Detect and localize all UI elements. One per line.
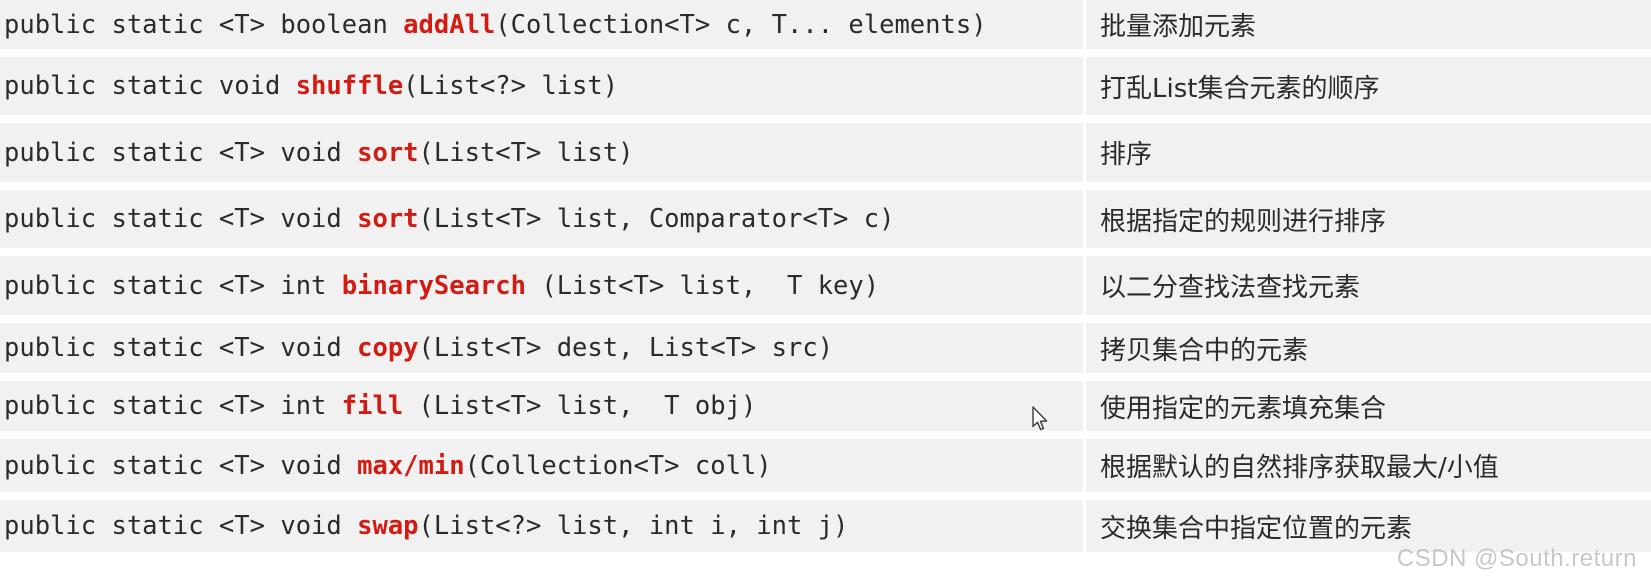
table-row: public static <T> void sort (List<T> list… xyxy=(0,123,1651,190)
table-row: public static <T> void max/min (Collectio… xyxy=(0,439,1651,500)
signature-prefix: public static void xyxy=(4,71,296,101)
method-description-cell: 打乱List集合元素的顺序 xyxy=(1083,57,1651,115)
signature-params: (List<T> list, T key) xyxy=(526,270,880,301)
method-name: addAll xyxy=(403,9,496,40)
signature-prefix: public static <T> void xyxy=(4,450,358,481)
signature-params: (Collection<T> c, T... elements) xyxy=(495,9,987,40)
method-description-cell: 根据默认的自然排序获取最大/小值 xyxy=(1083,439,1651,492)
table-row: public static void shuffle (List<?> list)… xyxy=(0,57,1651,123)
method-name: swap xyxy=(357,511,419,541)
table-row: public static <T> boolean addAll (Collect… xyxy=(0,0,1651,57)
signature-params: (List<?> list) xyxy=(403,71,619,101)
method-signature-cell: public static <T> void swap (List<?> list… xyxy=(0,500,1083,552)
method-description-cell: 根据指定的规则进行排序 xyxy=(1083,190,1651,248)
table-row: public static <T> void sort (List<T> list… xyxy=(0,190,1651,256)
method-name: sort xyxy=(357,204,419,234)
method-signature-cell: public static <T> boolean addAll (Collect… xyxy=(0,0,1083,49)
method-description-cell: 以二分查找法查找元素 xyxy=(1083,256,1651,315)
method-reference-table: public static <T> boolean addAll (Collect… xyxy=(0,0,1651,585)
signature-prefix: public static <T> void xyxy=(4,511,358,541)
method-signature-cell: public static <T> int binarySearch (List… xyxy=(0,256,1083,315)
table-row: public static <T> int fill (List<T> list… xyxy=(0,381,1651,439)
signature-params: (Collection<T> coll) xyxy=(464,450,772,481)
method-description-cell: 交换集合中指定位置的元素 xyxy=(1083,500,1651,552)
method-name: fill xyxy=(341,391,404,421)
table-row: public static <T> int binarySearch (List… xyxy=(0,256,1651,323)
method-name: copy xyxy=(357,333,419,363)
signature-prefix: public static <T> void xyxy=(4,333,358,363)
signature-prefix: public static <T> int xyxy=(4,270,342,301)
method-name: binarySearch xyxy=(341,270,526,301)
method-description-cell: 排序 xyxy=(1083,123,1651,182)
method-name: sort xyxy=(357,137,419,168)
method-description-cell: 批量添加元素 xyxy=(1083,0,1651,49)
method-name: shuffle xyxy=(295,71,404,101)
table-row: public static <T> void copy (List<T> dest… xyxy=(0,323,1651,381)
method-description-cell: 拷贝集合中的元素 xyxy=(1083,323,1651,373)
signature-params: (List<T> dest, List<T> src) xyxy=(418,333,834,363)
signature-params: (List<T> list, T obj) xyxy=(403,391,757,421)
method-signature-cell: public static <T> void sort (List<T> list… xyxy=(0,123,1083,182)
signature-prefix: public static <T> void xyxy=(4,204,358,234)
method-signature-cell: public static void shuffle (List<?> list) xyxy=(0,57,1083,115)
signature-prefix: public static <T> void xyxy=(4,137,358,168)
method-description-cell: 使用指定的元素填充集合 xyxy=(1083,381,1651,431)
table-row: public static <T> void swap (List<?> list… xyxy=(0,500,1651,560)
method-signature-cell: public static <T> void sort (List<T> list… xyxy=(0,190,1083,248)
method-signature-cell: public static <T> void copy (List<T> dest… xyxy=(0,323,1083,373)
signature-params: (List<T> list, Comparator<T> c) xyxy=(418,204,895,234)
method-name: max/min xyxy=(357,450,465,481)
method-signature-cell: public static <T> void max/min (Collectio… xyxy=(0,439,1083,492)
signature-prefix: public static <T> int xyxy=(4,391,342,421)
signature-params: (List<T> list) xyxy=(418,137,634,168)
method-signature-cell: public static <T> int fill (List<T> list… xyxy=(0,381,1083,431)
signature-prefix: public static <T> boolean xyxy=(4,9,404,40)
signature-params: (List<?> list, int i, int j) xyxy=(418,511,849,541)
